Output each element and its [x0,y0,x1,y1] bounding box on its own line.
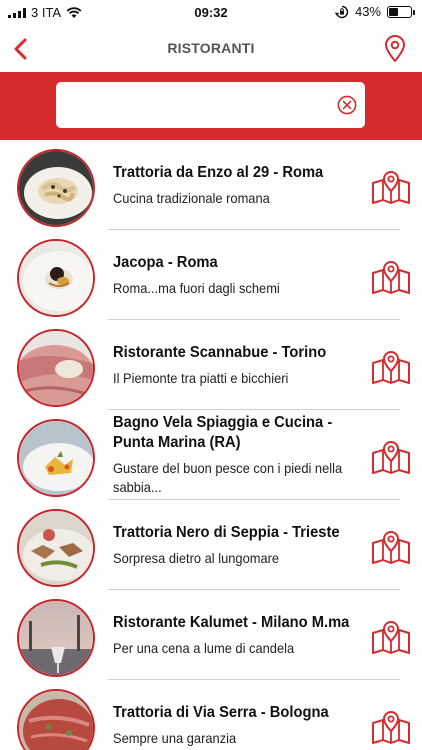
restaurant-name: Jacopa - Roma [113,253,218,271]
map-icon[interactable] [371,619,411,655]
restaurant-list: Trattoria da Enzo al 29 - Roma Cucina tr… [0,140,422,750]
clear-search-icon[interactable] [337,95,357,115]
search-box [56,82,365,128]
restaurant-photo [17,329,95,407]
battery-icon [387,5,415,18]
restaurant-description: Sorpresa dietro al lungomare [113,549,280,566]
restaurant-description: Gustare del buon pesce con i piedi nella… [113,460,343,495]
restaurant-name: Bagno Vela Spiaggia e Cucina - Punta Mar… [113,414,333,451]
restaurant-description: Il Piemonte tra piatti e bicchieri [113,369,289,386]
page-title: RISTORANTI [167,40,255,56]
restaurant-text: Trattoria Nero di Seppia - Trieste Sorpr… [113,500,349,590]
restaurant-description: Sempre una garanzia [113,729,237,746]
restaurant-photo [17,599,95,677]
map-icon[interactable] [371,349,411,385]
search-input[interactable] [66,82,326,128]
restaurant-description: Roma...ma fuori dagli schemi [113,279,280,296]
restaurant-text: Ristorante Kalumet - Milano M.ma Per una… [113,590,349,680]
restaurant-item-kalumet[interactable]: Ristorante Kalumet - Milano M.ma Per una… [0,590,422,680]
status-bar: 3 ITA 09:32 43% [0,0,422,26]
map-button[interactable] [382,33,408,65]
restaurant-item-jacopa[interactable]: Jacopa - Roma Roma...ma fuori dagli sche… [0,230,422,320]
restaurant-description: Cucina tradizionale romana [113,189,270,206]
map-icon[interactable] [371,169,411,205]
map-icon[interactable] [371,529,411,565]
location-pin-icon [385,35,405,62]
battery-fill [389,7,399,16]
restaurant-text: Bagno Vela Spiaggia e Cucina - Punta Mar… [113,410,349,500]
restaurant-photo [17,419,95,497]
restaurant-name: Trattoria di Via Serra - Bologna [113,703,329,721]
rotation-lock-icon [335,5,349,18]
search-bar-container [0,72,422,140]
restaurant-photo [17,689,95,750]
navigation-bar: RISTORANTI [0,26,422,72]
restaurant-name: Ristorante Scannabue - Torino [113,343,327,361]
status-right: 43% [335,4,415,19]
battery-percent: 43% [354,4,381,19]
restaurant-text: Trattoria da Enzo al 29 - Roma Cucina tr… [113,140,349,230]
map-icon[interactable] [371,709,411,745]
restaurant-item-enzo[interactable]: Trattoria da Enzo al 29 - Roma Cucina tr… [0,140,422,230]
restaurant-item-nero-di-seppia[interactable]: Trattoria Nero di Seppia - Trieste Sorpr… [0,500,422,590]
restaurant-text: Jacopa - Roma Roma...ma fuori dagli sche… [113,230,349,320]
restaurant-item-scannabue[interactable]: Ristorante Scannabue - Torino Il Piemont… [0,320,422,410]
map-icon[interactable] [371,259,411,295]
restaurant-photo [17,149,95,227]
restaurant-item-bagno-vela[interactable]: Bagno Vela Spiaggia e Cucina - Punta Mar… [0,410,422,500]
restaurant-name: Trattoria da Enzo al 29 - Roma [113,163,324,181]
restaurant-description: Per una cena a lume di candela [113,639,295,656]
map-icon[interactable] [371,439,411,475]
restaurant-text: Trattoria di Via Serra - Bologna Sempre … [113,680,349,750]
restaurant-photo [17,239,95,317]
restaurant-name: Ristorante Kalumet - Milano M.ma [113,613,350,631]
restaurant-photo [17,509,95,587]
restaurant-item-via-serra[interactable]: Trattoria di Via Serra - Bologna Sempre … [0,680,422,750]
restaurant-text: Ristorante Scannabue - Torino Il Piemont… [113,320,349,410]
restaurant-name: Trattoria Nero di Seppia - Trieste [113,523,340,541]
